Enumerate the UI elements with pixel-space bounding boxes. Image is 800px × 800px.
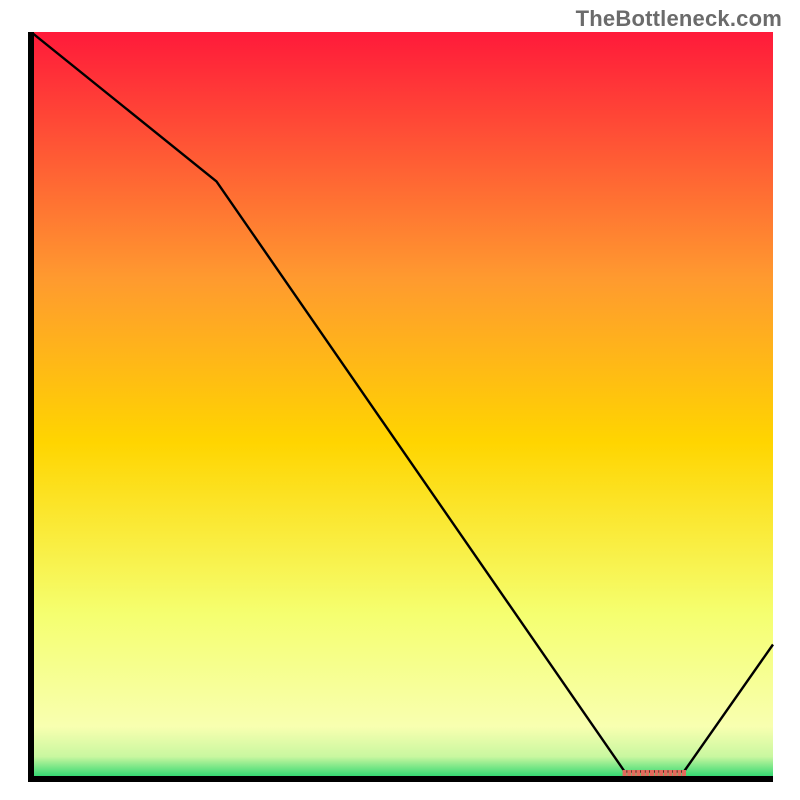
valley-marker-tick (623, 770, 627, 776)
valley-marker-tick (636, 770, 640, 776)
plot-area (26, 32, 778, 784)
valley-marker-tick (659, 770, 663, 776)
valley-marker-tick (668, 770, 672, 776)
valley-marker-tick (645, 770, 649, 776)
valley-marker-tick (682, 770, 686, 776)
valley-marker-tick (664, 770, 668, 776)
valley-marker-tick (650, 770, 654, 776)
gradient-background (31, 32, 773, 779)
valley-marker-tick (632, 770, 636, 776)
valley-marker-tick (673, 770, 677, 776)
valley-marker-tick (677, 770, 681, 776)
valley-marker-tick (641, 770, 645, 776)
valley-marker-tick (627, 770, 631, 776)
watermark-text: TheBottleneck.com (576, 6, 782, 32)
valley-marker-tick (655, 770, 659, 776)
line-chart (26, 32, 778, 784)
chart-frame: TheBottleneck.com (0, 0, 800, 800)
